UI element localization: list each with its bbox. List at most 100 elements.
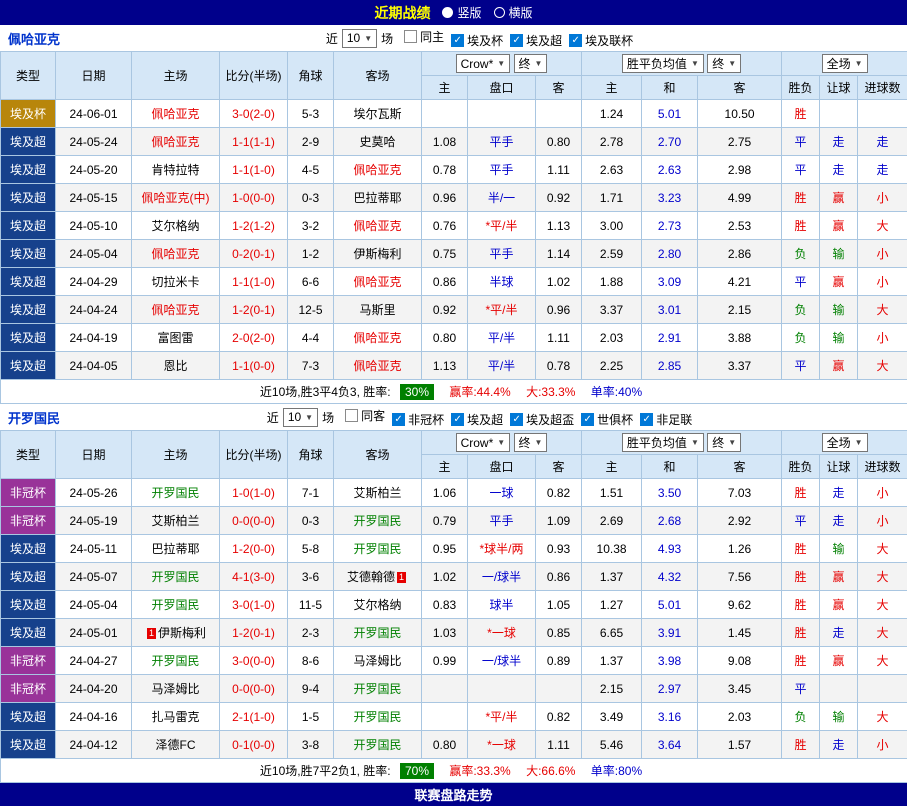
col-corner: 角球 [288,431,334,479]
match-row: 埃及超24-05-011伊斯梅利1-2(0-1)2-3开罗国民1.03*一球0.… [1,619,907,647]
filter-checkbox[interactable]: ✓世俱杯 [581,411,633,428]
cover-cell: 赢 [820,352,858,380]
goals-cell [858,100,907,128]
home-team-cell: 切拉米卡 [132,268,220,296]
match-count-select[interactable]: 10 ▼ [283,408,318,427]
filter-checkbox[interactable]: ✓埃及超 [510,32,562,49]
avg-home-cell: 1.88 [582,268,642,296]
handicap-cell: *平/半 [468,212,536,240]
avg-type-select[interactable]: 胜平负均值 ▼ [622,54,704,73]
avg-away-cell: 2.92 [698,507,782,535]
match-row: 埃及超24-05-04佩哈亚克0-2(0-1)1-2伊斯梅利0.75平手1.14… [1,240,907,268]
home-team-cell: 富图雷 [132,324,220,352]
home-odds-cell: 0.80 [422,731,468,759]
cover-cell: 走 [820,128,858,156]
checkbox-checked-icon[interactable]: ✓ [569,34,582,47]
cover-cell: 赢 [820,184,858,212]
home-odds-cell [422,675,468,703]
filter-checkbox[interactable]: ✓埃及杯 [451,32,503,49]
matches-tbody-team2: 非冠杯24-05-26开罗国民1-0(1-0)7-1艾斯柏兰1.06一球0.82… [1,479,907,759]
bookmaker-select[interactable]: Crow* ▼ [456,433,511,452]
avg-type-select[interactable]: 胜平负均值 ▼ [622,433,704,452]
match-row: 埃及超24-05-20肯特拉特1-1(1-0)4-5佩哈亚克0.78平手1.11… [1,156,907,184]
result-cell: 胜 [782,535,820,563]
filter-checkbox-label: 同客 [361,407,385,424]
league-type-cell: 埃及超 [1,352,56,380]
checkbox-unchecked-icon[interactable] [345,409,358,422]
home-odds-cell: 1.02 [422,563,468,591]
select-value: 10 [288,410,301,424]
away-odds-cell [536,675,582,703]
competition-filters: 同主 ✓埃及杯 ✓埃及超 ✓埃及联杯 [397,28,633,49]
home-team-cell: 泽德FC [132,731,220,759]
checkbox-checked-icon[interactable]: ✓ [510,413,523,426]
home-team-cell: 开罗国民 [132,479,220,507]
checkbox-checked-icon[interactable]: ✓ [640,413,653,426]
col-odds-home: 主 [422,76,468,100]
col-cover: 让球 [820,76,858,100]
home-odds-cell: 1.06 [422,479,468,507]
away-team-cell: 佩哈亚克 [334,212,422,240]
filter-checkbox[interactable]: ✓埃及超 [451,411,503,428]
odds-final-select[interactable]: 终 ▼ [514,433,548,452]
avg-home-cell: 3.00 [582,212,642,240]
home-odds-cell: 0.99 [422,647,468,675]
filter-checkbox[interactable]: ✓埃及联杯 [569,32,633,49]
col-avg-home: 主 [582,76,642,100]
filter-checkbox[interactable]: 同主 [404,28,444,45]
checkbox-checked-icon[interactable]: ✓ [392,413,405,426]
avg-final-select[interactable]: 终 ▼ [707,54,741,73]
league-type-cell: 埃及超 [1,128,56,156]
match-count-select[interactable]: 10 ▼ [342,29,377,48]
scope-select[interactable]: 全场 ▼ [822,54,868,73]
league-type-cell: 埃及超 [1,703,56,731]
checkbox-unchecked-icon[interactable] [404,30,417,43]
layout-vertical-radio[interactable]: 竖版 [442,4,481,21]
odds-final-select[interactable]: 终 ▼ [514,54,548,73]
bottom-bar[interactable]: 联赛盘路走势 [0,783,907,806]
layout-horizontal-radio[interactable]: 横版 [494,4,533,21]
red-card-badge: 1 [397,572,406,583]
home-odds-cell: 1.13 [422,352,468,380]
avg-home-cell: 10.38 [582,535,642,563]
handicap-cell: 一球 [468,479,536,507]
score-cell: 1-2(0-0) [220,535,288,563]
score-cell: 1-2(0-1) [220,619,288,647]
handicap-cell: 半/一 [468,184,536,212]
chevron-down-icon: ▼ [728,438,736,447]
match-row: 埃及超24-04-24佩哈亚克1-2(0-1)12-5马斯里0.92*平/半0.… [1,296,907,324]
checkbox-checked-icon[interactable]: ✓ [581,413,594,426]
avg-draw-cell: 2.73 [642,212,698,240]
bookmaker-select[interactable]: Crow* ▼ [456,54,511,73]
league-type-cell: 埃及超 [1,731,56,759]
games-label: 场 [322,409,334,426]
checkbox-checked-icon[interactable]: ✓ [510,34,523,47]
checkbox-checked-icon[interactable]: ✓ [451,413,464,426]
filter-checkbox[interactable]: ✓埃及超盃 [510,411,574,428]
recent-results-page: 近期战绩 竖版 横版 佩哈亚克 近 10 ▼ 场 同主✓埃及杯✓埃及超✓埃及联杯 [0,0,907,806]
select-value: Crow* [461,57,494,71]
col-score: 比分(半场) [220,431,288,479]
avg-final-select[interactable]: 终 ▼ [707,433,741,452]
away-odds-cell: 0.78 [536,352,582,380]
filter-checkbox[interactable]: ✓非足联 [640,411,692,428]
goals-cell: 走 [858,156,907,184]
chevron-down-icon: ▼ [535,59,543,68]
chevron-down-icon: ▼ [497,438,505,447]
score-cell: 1-1(1-1) [220,128,288,156]
win-rate-badge: 70% [400,763,434,779]
score-cell: 3-0(0-0) [220,647,288,675]
horizontal-radio-label: 横版 [509,4,533,21]
avg-home-cell: 2.25 [582,352,642,380]
col-avg-home: 主 [582,455,642,479]
result-cell: 负 [782,324,820,352]
chevron-down-icon: ▼ [364,34,372,43]
avg-draw-cell: 4.32 [642,563,698,591]
match-row: 埃及超24-04-19富图雷2-0(2-0)4-4佩哈亚克0.80平/半1.11… [1,324,907,352]
scope-select[interactable]: 全场 ▼ [822,433,868,452]
away-team-cell: 艾德翰德1 [334,563,422,591]
filter-checkbox[interactable]: ✓非冠杯 [392,411,444,428]
score-cell: 1-0(1-0) [220,479,288,507]
checkbox-checked-icon[interactable]: ✓ [451,34,464,47]
filter-checkbox[interactable]: 同客 [345,407,385,424]
